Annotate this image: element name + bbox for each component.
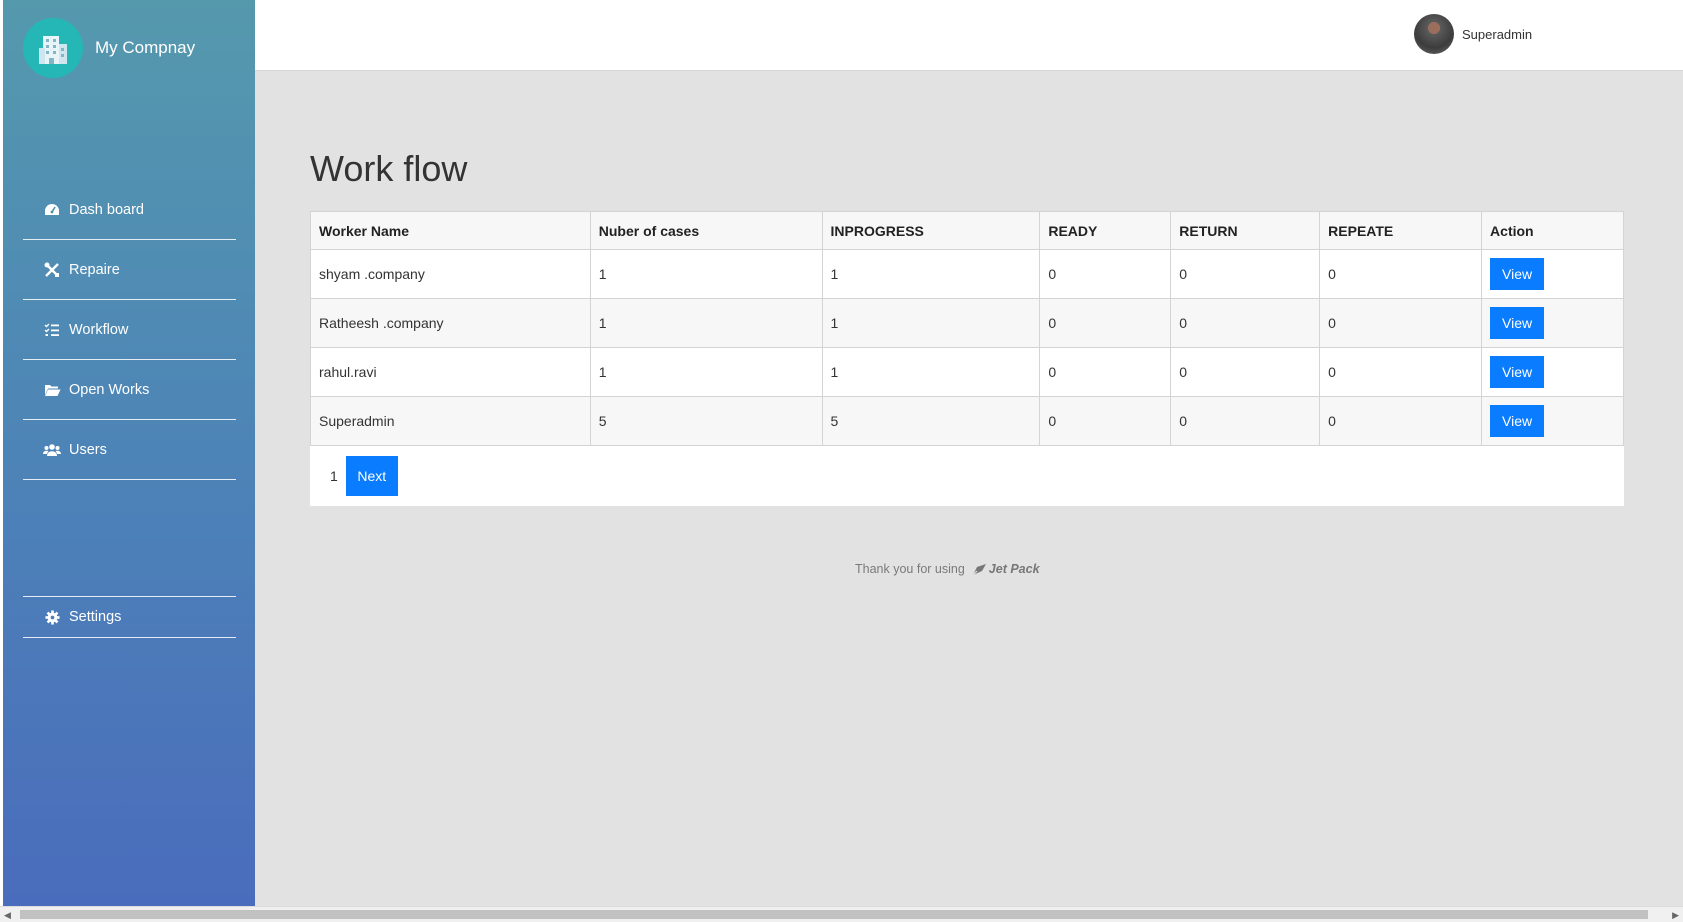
inprogress-cell: 5 xyxy=(821,396,1041,446)
sidebar-item-label: Settings xyxy=(69,609,122,625)
table-header-row: Worker Name Nuber of cases INPROGRESS RE… xyxy=(310,211,1624,250)
sidebar-item-users[interactable]: Users xyxy=(23,420,236,480)
building-icon xyxy=(23,18,83,78)
repeate-cell: 0 xyxy=(1319,347,1483,397)
sidebar: My Compnay Dash board Repaire Workflow O… xyxy=(3,0,255,906)
cases-cell: 5 xyxy=(589,396,823,446)
view-button[interactable]: View xyxy=(1490,258,1545,290)
table-row: Ratheesh .company 1 1 0 0 0 View xyxy=(310,298,1624,348)
inprogress-cell: 1 xyxy=(821,298,1041,348)
worker-name-cell: rahul.ravi xyxy=(310,347,591,397)
return-cell: 0 xyxy=(1170,249,1321,299)
table-row: rahul.ravi 1 1 0 0 0 View xyxy=(310,347,1624,397)
tasks-icon xyxy=(43,321,61,339)
ready-cell: 0 xyxy=(1039,249,1172,299)
tools-icon xyxy=(43,261,61,279)
folder-open-icon xyxy=(43,381,61,399)
ready-cell: 0 xyxy=(1039,298,1172,348)
repeate-cell: 0 xyxy=(1319,249,1483,299)
worker-name-cell: Superadmin xyxy=(310,396,591,446)
workflow-table: Worker Name Nuber of cases INPROGRESS RE… xyxy=(310,211,1624,446)
view-button[interactable]: View xyxy=(1490,356,1545,388)
dashboard-icon xyxy=(43,201,61,219)
action-cell: View xyxy=(1481,347,1624,397)
table-row: shyam .company 1 1 0 0 0 View xyxy=(310,249,1624,299)
footer-brand-name: Jet Pack xyxy=(988,562,1040,576)
gear-icon xyxy=(43,608,61,626)
sidebar-settings-nav: Settings xyxy=(23,596,236,638)
brand[interactable]: My Compnay xyxy=(23,18,195,78)
jetpack-logo-icon xyxy=(972,563,986,575)
cases-cell: 1 xyxy=(589,249,823,299)
column-header-worker-name: Worker Name xyxy=(310,211,591,250)
sidebar-nav: Dash board Repaire Workflow Open Works U… xyxy=(23,180,236,480)
sidebar-item-repaire[interactable]: Repaire xyxy=(23,240,236,300)
worker-name-cell: shyam .company xyxy=(310,249,591,299)
avatar xyxy=(1414,14,1454,54)
sidebar-item-open-works[interactable]: Open Works xyxy=(23,360,236,420)
column-header-inprogress: INPROGRESS xyxy=(821,211,1041,250)
return-cell: 0 xyxy=(1170,347,1321,397)
user-name: Superadmin xyxy=(1462,26,1533,42)
action-cell: View xyxy=(1481,396,1624,446)
workflow-table-panel: Worker Name Nuber of cases INPROGRESS RE… xyxy=(310,211,1624,506)
view-button[interactable]: View xyxy=(1490,405,1545,437)
scroll-left-icon[interactable]: ◀ xyxy=(4,910,11,921)
action-cell: View xyxy=(1481,249,1624,299)
user-menu[interactable]: Superadmin xyxy=(1414,14,1532,54)
ready-cell: 0 xyxy=(1039,396,1172,446)
return-cell: 0 xyxy=(1170,396,1321,446)
topbar: Superadmin xyxy=(255,0,1683,71)
inprogress-cell: 1 xyxy=(821,347,1041,397)
sidebar-item-label: Open Works xyxy=(69,381,150,398)
scrollbar-thumb[interactable] xyxy=(20,910,1648,919)
repeate-cell: 0 xyxy=(1319,298,1483,348)
table-row: Superadmin 5 5 0 0 0 View xyxy=(310,396,1624,446)
column-header-ready: READY xyxy=(1039,211,1172,250)
footer-brand[interactable]: Jet Pack xyxy=(971,562,1040,576)
brand-name: My Compnay xyxy=(95,38,196,57)
ready-cell: 0 xyxy=(1039,347,1172,397)
return-cell: 0 xyxy=(1170,298,1321,348)
sidebar-item-label: Workflow xyxy=(69,321,129,338)
inprogress-cell: 1 xyxy=(821,249,1041,299)
footer-text: Thank you for using xyxy=(855,562,965,576)
sidebar-item-label: Repaire xyxy=(69,261,120,278)
horizontal-scrollbar[interactable]: ◀ ▶ xyxy=(0,906,1683,922)
page-number-current[interactable]: 1 xyxy=(330,468,338,484)
action-cell: View xyxy=(1481,298,1624,348)
column-header-return: RETURN xyxy=(1170,211,1321,250)
scroll-right-icon[interactable]: ▶ xyxy=(1672,910,1679,921)
sidebar-item-workflow[interactable]: Workflow xyxy=(23,300,236,360)
pagination: 1 Next xyxy=(310,446,1624,506)
footer: Thank you for using Jet Pack xyxy=(855,562,1040,576)
sidebar-item-label: Dash board xyxy=(69,201,144,218)
cases-cell: 1 xyxy=(589,298,823,348)
cases-cell: 1 xyxy=(589,347,823,397)
sidebar-item-label: Users xyxy=(69,441,107,458)
sidebar-item-dashboard[interactable]: Dash board xyxy=(23,180,236,240)
page-title: Work flow xyxy=(310,148,468,189)
repeate-cell: 0 xyxy=(1319,396,1483,446)
column-header-action: Action xyxy=(1481,211,1624,250)
column-header-repeate: REPEATE xyxy=(1319,211,1483,250)
sidebar-item-settings[interactable]: Settings xyxy=(23,597,236,638)
view-button[interactable]: View xyxy=(1490,307,1545,339)
users-icon xyxy=(43,441,61,459)
worker-name-cell: Ratheesh .company xyxy=(310,298,591,348)
next-page-button[interactable]: Next xyxy=(345,456,398,496)
column-header-number-of-cases: Nuber of cases xyxy=(589,211,823,250)
